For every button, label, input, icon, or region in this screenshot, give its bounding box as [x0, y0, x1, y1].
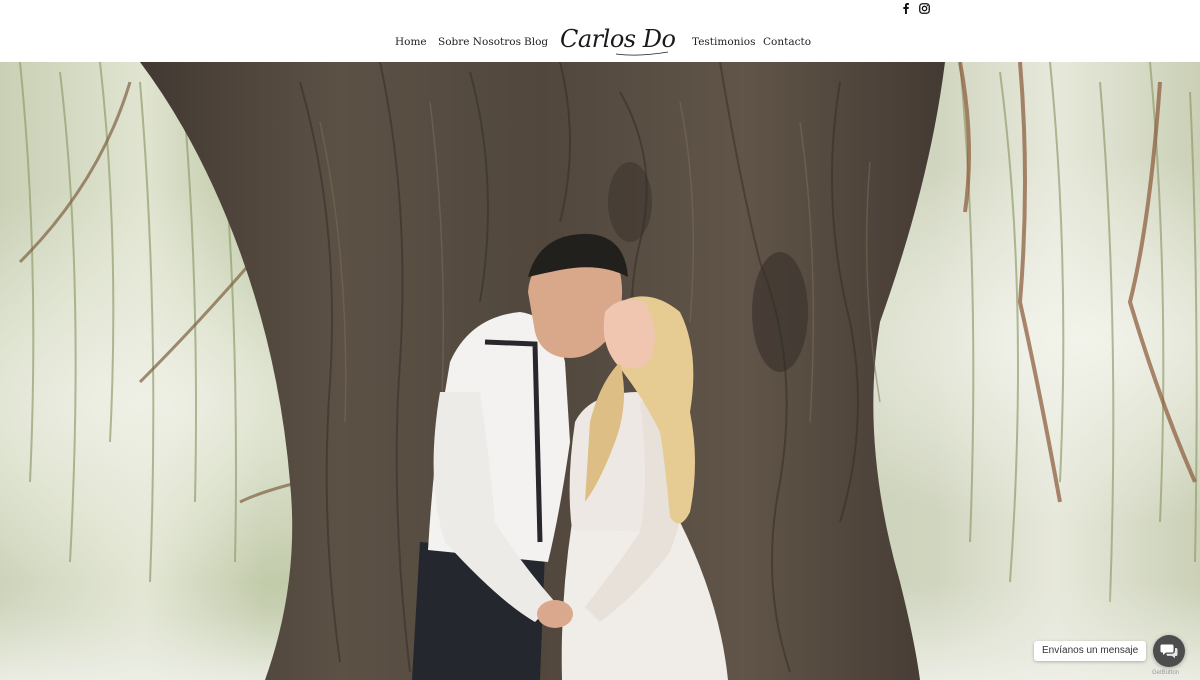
- hero-image: [0, 62, 1200, 680]
- instagram-link[interactable]: [918, 2, 931, 15]
- chat-bubbles-icon: [1160, 644, 1178, 659]
- nav-sobre-nosotros[interactable]: Sobre Nosotros: [438, 36, 521, 48]
- nav-home[interactable]: Home: [395, 36, 427, 48]
- chat-prompt-label[interactable]: Envíanos un mensaje: [1034, 641, 1147, 661]
- social-links: [899, 2, 931, 15]
- nav-contacto[interactable]: Contacto: [763, 36, 811, 48]
- site-logo[interactable]: Carlos Dona: [558, 25, 705, 59]
- hero-photo: [0, 62, 1200, 680]
- chat-credit: GetButton: [1152, 670, 1180, 676]
- page: Home Sobre Nosotros Blog Carlos Dona Tes…: [0, 0, 1200, 680]
- facebook-link[interactable]: [899, 2, 912, 15]
- logo-script: Carlos Dona: [560, 25, 705, 56]
- nav-blog[interactable]: Blog: [524, 36, 548, 48]
- site-header: Home Sobre Nosotros Blog Carlos Dona Tes…: [0, 0, 1200, 62]
- facebook-icon: [902, 3, 909, 14]
- instagram-icon: [919, 3, 930, 14]
- logo-text: Carlos Dona: [560, 25, 676, 53]
- nav-testimonios[interactable]: Testimonios: [692, 36, 755, 48]
- main-nav: Home Sobre Nosotros Blog Carlos Dona Tes…: [0, 25, 1200, 59]
- chat-button[interactable]: [1153, 635, 1185, 667]
